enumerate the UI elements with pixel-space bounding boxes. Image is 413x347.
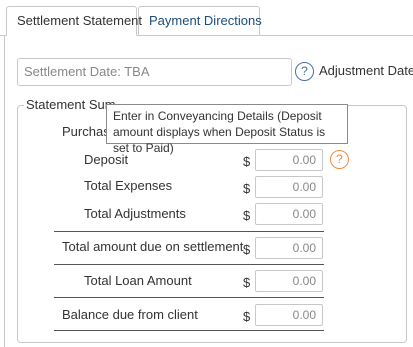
total-due-label: Total amount due on settlement bbox=[62, 239, 244, 254]
balance-due-currency: $ bbox=[243, 309, 251, 324]
total-due-currency: $ bbox=[243, 242, 251, 257]
total-adjustments-currency: $ bbox=[243, 208, 251, 223]
total-due-amount-field[interactable]: 0.00 bbox=[255, 237, 323, 259]
deposit-currency: $ bbox=[243, 154, 251, 169]
info-circle-icon[interactable]: ? bbox=[330, 150, 349, 169]
balance-due-label: Balance due from client bbox=[62, 307, 198, 322]
separator-line bbox=[54, 264, 324, 265]
total-expenses-label: Total Expenses bbox=[84, 178, 173, 193]
adjustment-date-label: Adjustment Date bbox=[319, 63, 413, 78]
total-loan-amount-field[interactable]: 0.00 bbox=[255, 270, 323, 292]
separator-line bbox=[54, 330, 324, 331]
total-loan-label: Total Loan Amount bbox=[84, 273, 192, 288]
deposit-tooltip: Enter in Conveyancing Details (Deposit a… bbox=[106, 104, 348, 155]
deposit-amount-field[interactable]: 0.00 bbox=[255, 149, 323, 171]
tab-settlement-statement[interactable]: Settlement Statement bbox=[6, 6, 142, 36]
statement-summary-legend: Statement Sum bbox=[24, 97, 118, 112]
separator-line bbox=[54, 231, 324, 232]
balance-due-amount-field[interactable]: 0.00 bbox=[255, 304, 323, 326]
total-expenses-currency: $ bbox=[243, 181, 251, 196]
total-adjustments-label: Total Adjustments bbox=[84, 206, 186, 221]
tab-payment-directions[interactable]: Payment Directions bbox=[138, 6, 262, 36]
settlement-date-field[interactable]: Settlement Date: TBA bbox=[17, 58, 292, 86]
total-adjustments-amount-field[interactable]: 0.00 bbox=[255, 203, 323, 225]
separator-line bbox=[54, 297, 324, 298]
help-circle-icon[interactable]: ? bbox=[295, 62, 314, 81]
total-loan-currency: $ bbox=[243, 275, 251, 290]
total-expenses-amount-field[interactable]: 0.00 bbox=[255, 176, 323, 198]
tab-strip: Settlement Statement Payment Directions bbox=[0, 6, 413, 36]
